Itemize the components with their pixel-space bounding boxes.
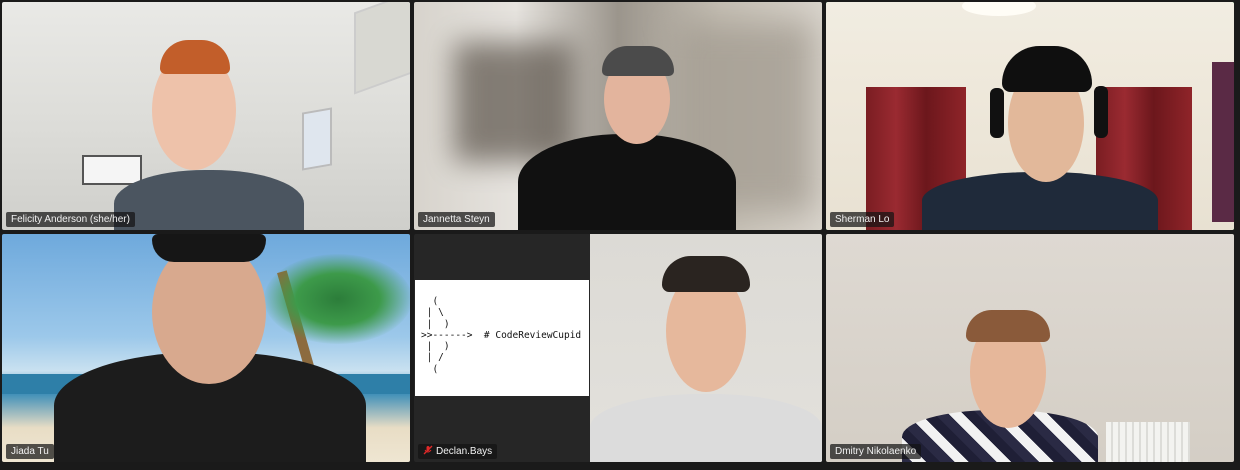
video-grid: Felicity Anderson (she/her) Jannetta Ste… [0, 0, 1240, 470]
microphone-muted-icon [423, 445, 433, 455]
participant-tile-dmitry[interactable]: Dmitry Nikolaenko [826, 234, 1234, 462]
person-body [114, 170, 304, 230]
declan-video [590, 234, 822, 462]
person-hair [966, 310, 1050, 342]
participant-name: Declan.Bays [436, 446, 493, 457]
participant-name-tag: Jiada Tu [6, 444, 54, 459]
participant-name-tag: Sherman Lo [830, 212, 895, 227]
wall-edge [1212, 62, 1234, 222]
person-body [590, 394, 822, 462]
person-hair [662, 256, 750, 292]
participant-name-tag: Felicity Anderson (she/her) [6, 212, 135, 227]
ceiling-light [962, 2, 1036, 16]
headphones-icon [990, 88, 1004, 138]
participant-name: Felicity Anderson (she/her) [11, 214, 130, 225]
ascii-art-text: ( | \ | ) >>------> # CodeReviewCupid | … [421, 296, 582, 375]
radiator [1106, 422, 1190, 462]
palm-leaves [264, 254, 410, 344]
participant-name: Jannetta Steyn [423, 214, 490, 225]
participant-name: Dmitry Nikolaenko [835, 446, 917, 457]
wall-picture [302, 107, 332, 171]
participant-name: Jiada Tu [11, 446, 49, 457]
wall-picture [354, 2, 410, 95]
person-body [518, 134, 736, 230]
participant-tile-jannetta[interactable]: Jannetta Steyn [414, 2, 822, 230]
person-hair [152, 234, 266, 262]
headphones-icon [1094, 86, 1108, 138]
participant-tile-declan[interactable]: ( | \ | ) >>------> # CodeReviewCupid | … [414, 234, 822, 462]
person-hair [602, 46, 674, 76]
participant-name-tag: Dmitry Nikolaenko [830, 444, 922, 459]
participant-name: Sherman Lo [835, 214, 890, 225]
participant-name-tag: Declan.Bays [418, 444, 498, 459]
participant-tile-jiada[interactable]: Jiada Tu [2, 234, 410, 462]
wall-picture [82, 155, 142, 185]
participant-tile-sherman[interactable]: Sherman Lo [826, 2, 1234, 230]
code-review-cupid-card: ( | \ | ) >>------> # CodeReviewCupid | … [415, 280, 589, 396]
participant-name-tag: Jannetta Steyn [418, 212, 495, 227]
participant-tile-felicity[interactable]: Felicity Anderson (she/her) [2, 2, 410, 230]
